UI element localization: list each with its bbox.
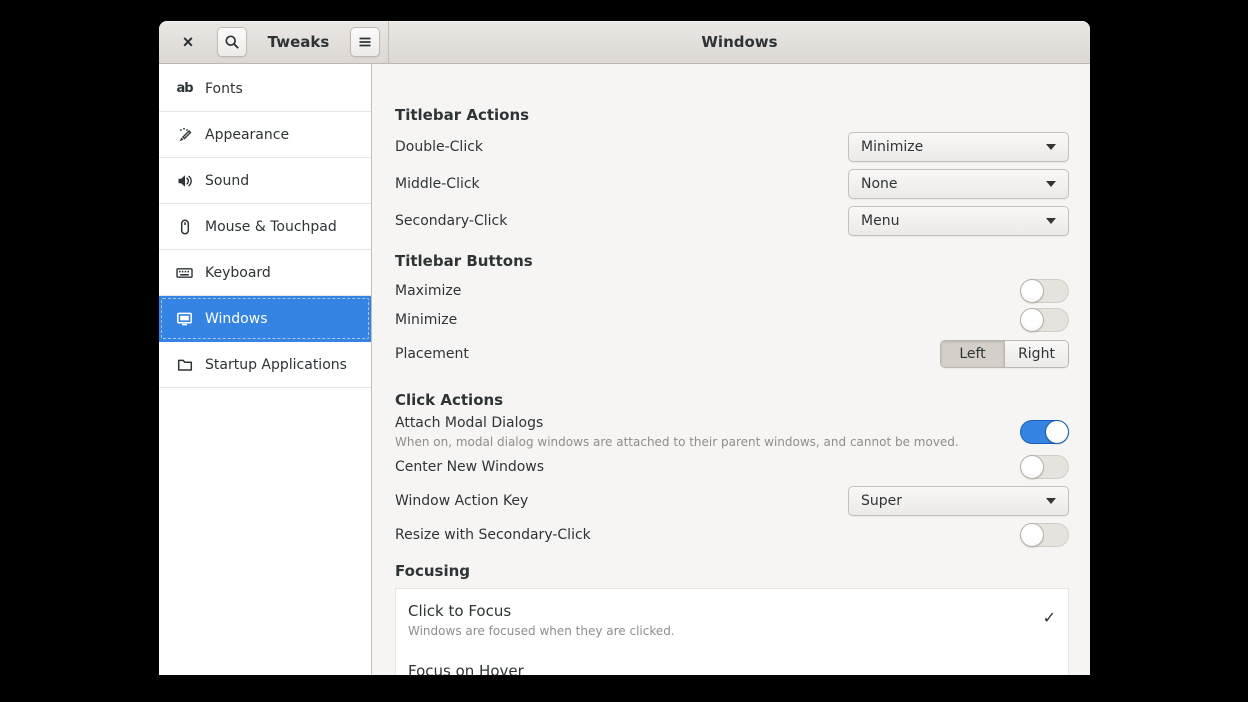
focus-option-subtitle: Windows are focused when they are clicke… [408, 624, 675, 638]
menu-button[interactable] [350, 27, 380, 57]
focus-option-title: Click to Focus [408, 602, 675, 620]
setting-description: When on, modal dialog windows are attach… [395, 435, 959, 449]
chevron-down-icon [1046, 218, 1056, 224]
placement-right-button[interactable]: Right [1004, 341, 1068, 367]
setting-text-group: Attach Modal Dialogs When on, modal dial… [395, 415, 971, 449]
headerbar-right: Windows [389, 21, 1090, 63]
middle-click-dropdown[interactable]: None [848, 169, 1069, 199]
sidebar-item-label: Keyboard [205, 265, 271, 281]
window-action-key-dropdown[interactable]: Super [848, 486, 1069, 516]
appearance-icon [175, 126, 194, 143]
sidebar-item-appearance[interactable]: Appearance [159, 112, 371, 158]
focus-option-text: Focus on Hover Window is focused when ho… [408, 662, 1047, 675]
focus-option-focus-on-hover[interactable]: Focus on Hover Window is focused when ho… [408, 662, 1056, 675]
setting-row-window-action-key: Window Action Key Super [395, 486, 1069, 516]
resize-secondary-click-toggle[interactable] [1020, 523, 1069, 547]
setting-label: Center New Windows [395, 459, 544, 475]
setting-label: Secondary-Click [395, 213, 507, 229]
toggle-knob [1020, 279, 1044, 303]
attach-modal-dialogs-toggle[interactable] [1020, 420, 1069, 444]
setting-row-secondary-click: Secondary-Click Menu [395, 206, 1069, 236]
setting-row-placement: Placement Left Right [395, 340, 1069, 368]
section-title-titlebar-buttons: Titlebar Buttons [395, 252, 1069, 270]
setting-label: Double-Click [395, 139, 483, 155]
dropdown-value: Minimize [861, 139, 923, 155]
headerbar: × Tweaks [159, 21, 1090, 64]
section-title-titlebar-actions: Titlebar Actions [395, 106, 1069, 124]
sidebar-item-startup-applications[interactable]: Startup Applications [159, 342, 371, 388]
toggle-knob [1020, 308, 1044, 332]
tweaks-window: × Tweaks [159, 21, 1090, 675]
setting-label: Middle-Click [395, 176, 480, 192]
sidebar-item-mouse-touchpad[interactable]: Mouse & Touchpad [159, 204, 371, 250]
maximize-toggle[interactable] [1020, 279, 1069, 303]
placement-left-button[interactable]: Left [941, 341, 1004, 367]
sidebar-item-label: Fonts [205, 81, 243, 97]
section-title-focusing: Focusing [395, 562, 1069, 580]
toggle-knob [1045, 420, 1069, 444]
setting-label: Maximize [395, 283, 461, 299]
chevron-down-icon [1046, 498, 1056, 504]
sidebar-item-label: Sound [205, 173, 249, 189]
focus-option-text: Click to Focus Windows are focused when … [408, 602, 675, 638]
checkmark-icon: ✓ [1043, 608, 1056, 638]
toggle-knob [1020, 523, 1044, 547]
setting-row-minimize: Minimize [395, 308, 1069, 332]
center-new-windows-toggle[interactable] [1020, 455, 1069, 479]
window-body: ab Fonts Appearance [159, 64, 1090, 675]
secondary-click-dropdown[interactable]: Menu [848, 206, 1069, 236]
sidebar-item-label: Mouse & Touchpad [205, 219, 337, 235]
sidebar-item-label: Appearance [205, 127, 289, 143]
close-button[interactable]: × [175, 29, 201, 55]
setting-row-maximize: Maximize [395, 279, 1069, 303]
sidebar: ab Fonts Appearance [159, 64, 372, 675]
startup-icon [175, 356, 194, 373]
setting-row-double-click: Double-Click Minimize [395, 132, 1069, 162]
sidebar-item-windows[interactable]: Windows [159, 296, 371, 342]
toggle-knob [1020, 455, 1044, 479]
page-title: Windows [701, 33, 777, 51]
search-icon [224, 34, 240, 50]
setting-label: Window Action Key [395, 493, 528, 509]
hamburger-icon [357, 34, 373, 50]
sidebar-item-label: Startup Applications [205, 357, 347, 373]
double-click-dropdown[interactable]: Minimize [848, 132, 1069, 162]
setting-row-middle-click: Middle-Click None [395, 169, 1069, 199]
dropdown-value: Menu [861, 213, 899, 229]
chevron-down-icon [1046, 144, 1056, 150]
sound-icon [175, 172, 194, 189]
sidebar-item-fonts[interactable]: ab Fonts [159, 66, 371, 112]
mouse-icon [175, 218, 194, 235]
minimize-toggle[interactable] [1020, 308, 1069, 332]
placement-segmented-control: Left Right [940, 340, 1069, 368]
setting-label: Resize with Secondary-Click [395, 527, 591, 543]
chevron-down-icon [1046, 181, 1056, 187]
windows-settings-panel: Titlebar Actions Double-Click Minimize M… [372, 64, 1090, 675]
sidebar-item-label: Windows [205, 311, 268, 327]
setting-label: Attach Modal Dialogs [395, 415, 959, 431]
focus-option-title: Focus on Hover [408, 662, 1047, 675]
keyboard-icon [175, 264, 194, 281]
sidebar-item-keyboard[interactable]: Keyboard [159, 250, 371, 296]
app-title: Tweaks [247, 33, 350, 51]
headerbar-left: × Tweaks [159, 21, 389, 63]
dropdown-value: Super [861, 493, 902, 509]
focus-option-click-to-focus[interactable]: Click to Focus Windows are focused when … [408, 602, 1056, 638]
fonts-icon: ab [175, 80, 194, 97]
search-button[interactable] [217, 27, 247, 57]
setting-row-center-new-windows: Center New Windows [395, 455, 1069, 479]
setting-row-attach-modal-dialogs: Attach Modal Dialogs When on, modal dial… [395, 415, 1069, 449]
dropdown-value: None [861, 176, 898, 192]
setting-label: Placement [395, 346, 469, 362]
setting-label: Minimize [395, 312, 457, 328]
sidebar-item-sound[interactable]: Sound [159, 158, 371, 204]
windows-icon [175, 310, 194, 327]
focus-mode-list: Click to Focus Windows are focused when … [395, 588, 1069, 675]
setting-row-resize-secondary-click: Resize with Secondary-Click [395, 523, 1069, 547]
section-title-click-actions: Click Actions [395, 391, 1069, 409]
